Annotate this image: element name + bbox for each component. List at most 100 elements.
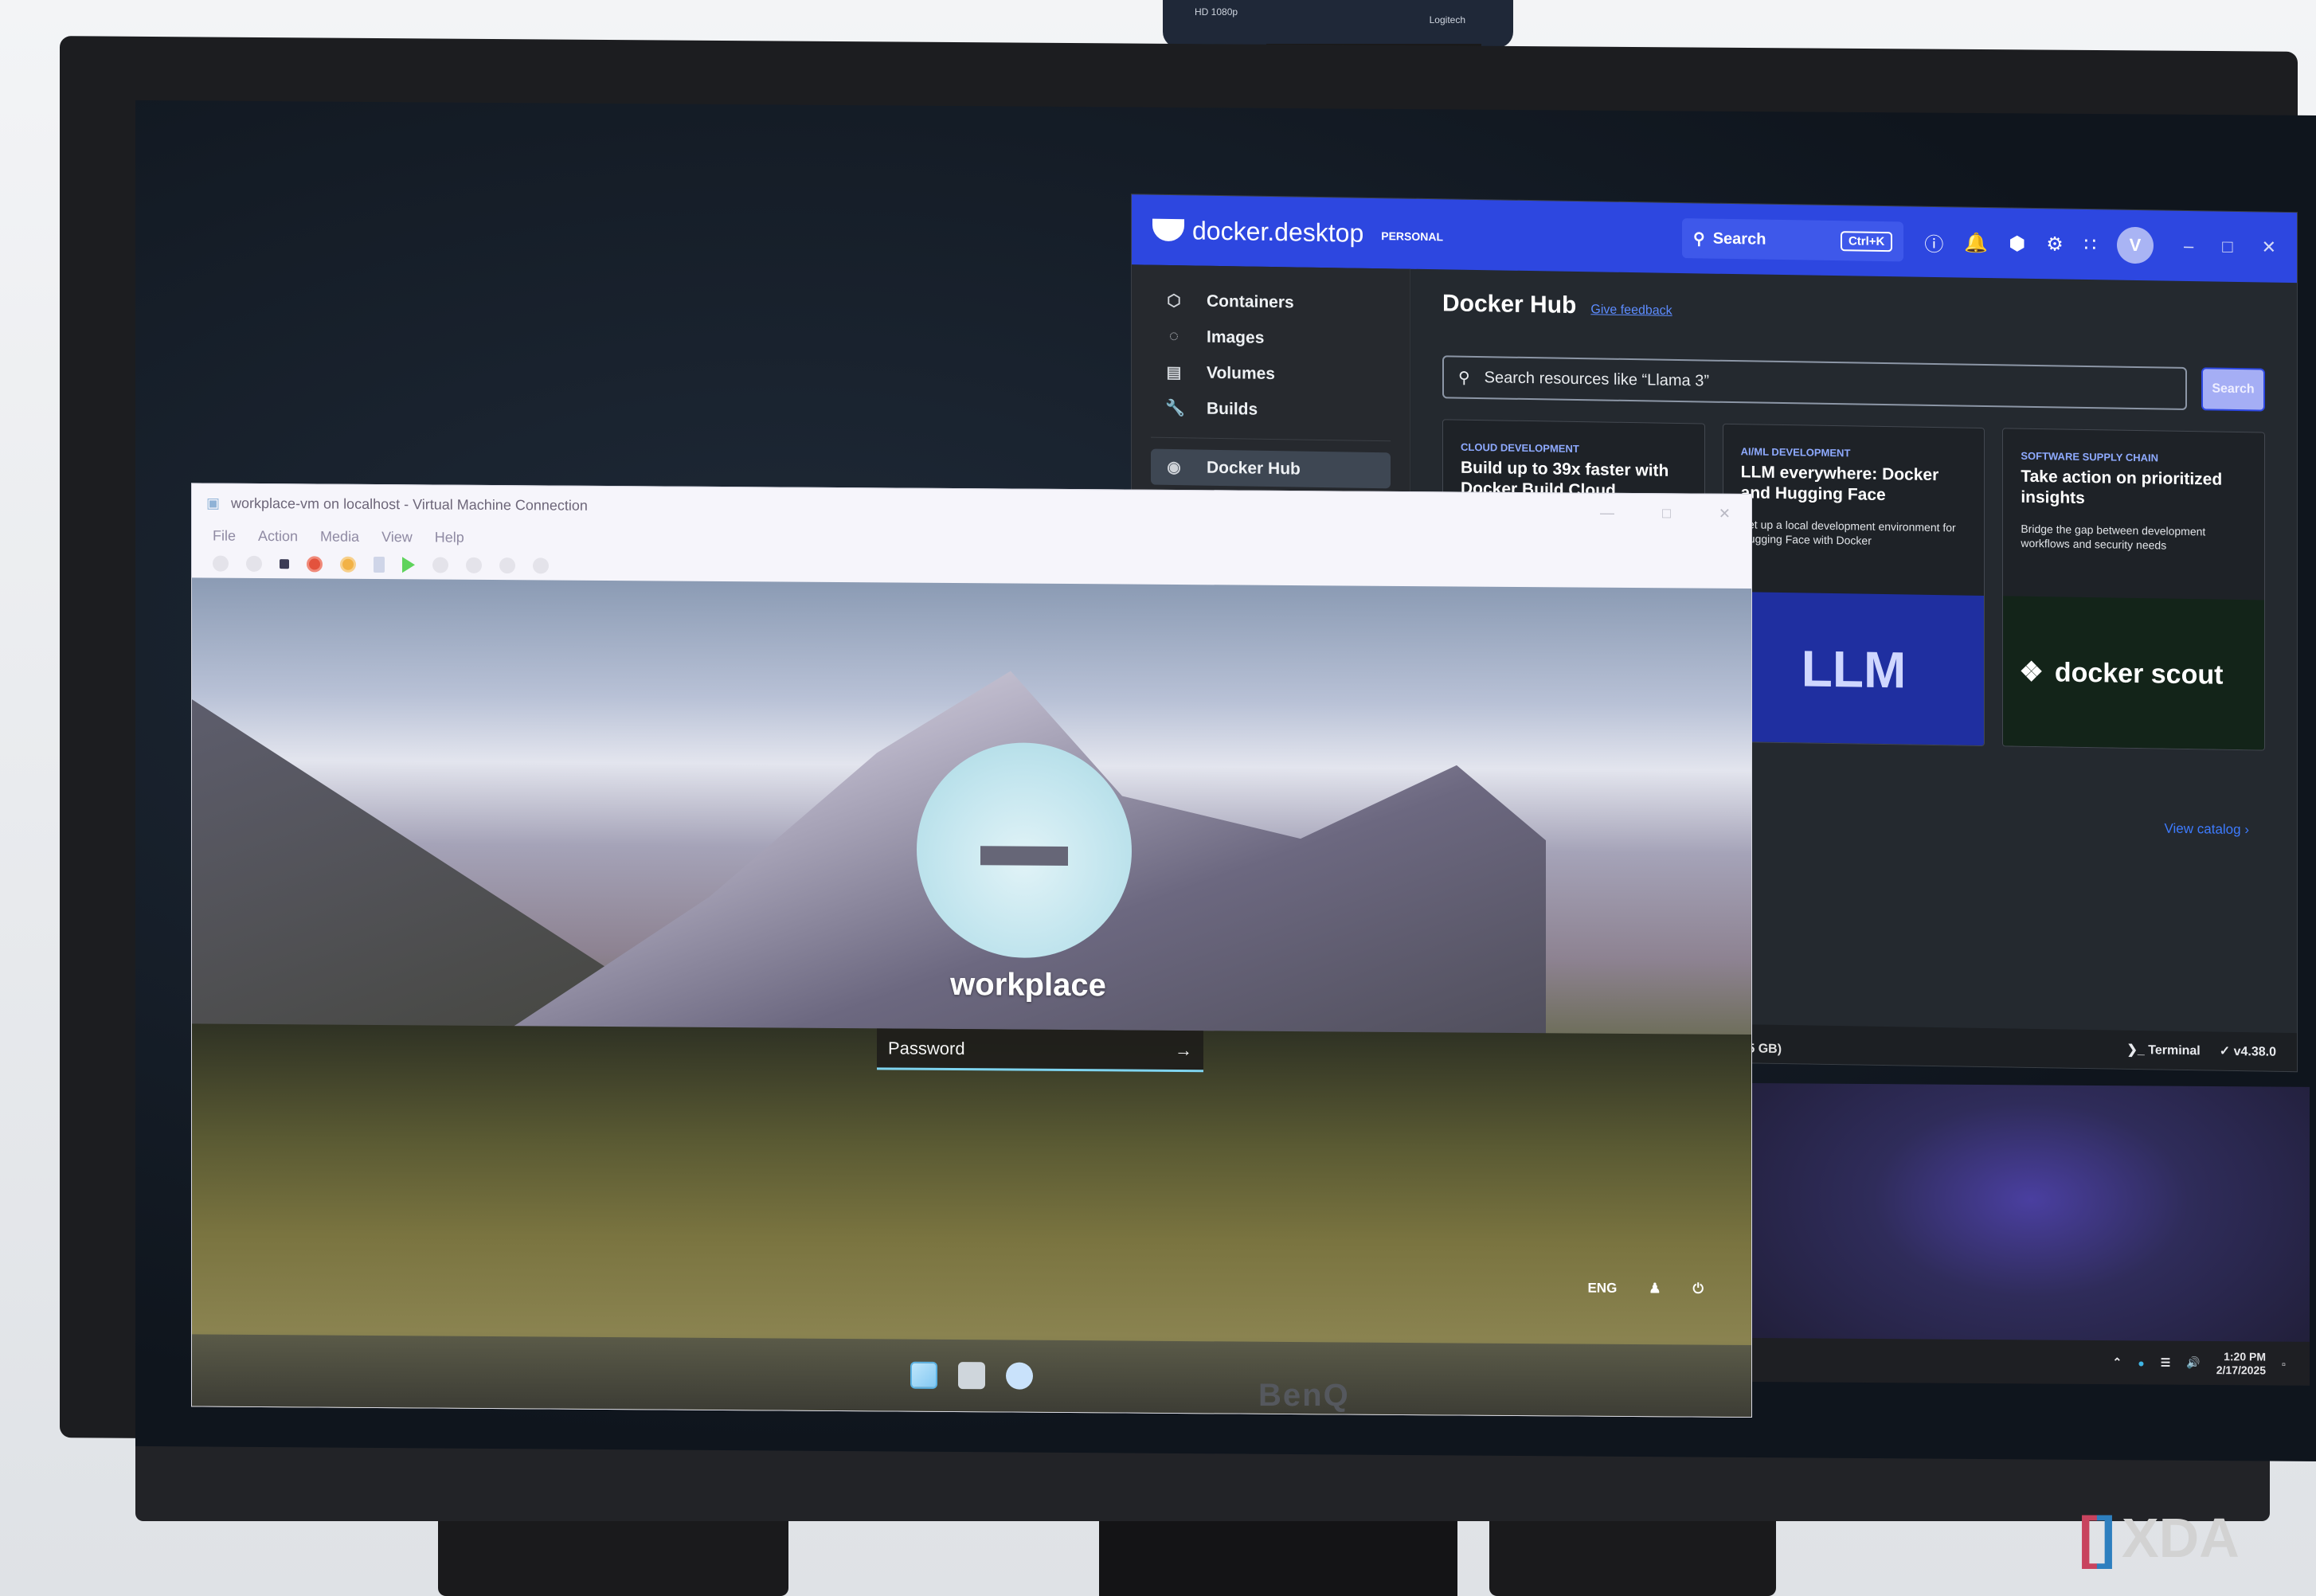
sidebar-item-images[interactable]: ◌ Images (1151, 319, 1391, 358)
hub-search-input[interactable]: ⚲ Search resources like “Llama 3” (1442, 355, 2187, 411)
card-image: LLM (1723, 591, 1985, 747)
submit-arrow-icon[interactable]: → (1175, 1039, 1192, 1060)
learning-center-icon[interactable]: ⬢ (2009, 232, 2025, 255)
host-taskbar: ⌃ ● ☰ 🔊 1:20 PM 2/17/2025 ▫ (1752, 1338, 2310, 1386)
notification-icon[interactable]: ▫ (2282, 1357, 2286, 1370)
chevron-up-icon[interactable]: ⌃ (2113, 1355, 2122, 1369)
terminal-icon: ❯_ (2126, 1042, 2149, 1058)
avatar[interactable]: V (2117, 226, 2154, 264)
reset-icon[interactable] (402, 557, 415, 573)
minimize-button[interactable]: – (2184, 236, 2193, 256)
edge-icon[interactable]: ● (2138, 1356, 2144, 1369)
minimize-button[interactable]: — (1600, 504, 1614, 521)
avatar-image (980, 846, 1068, 866)
scout-logo-icon: ❖ (2019, 656, 2044, 688)
card-title: Take action on prioritized insights (2021, 467, 2223, 508)
search-icon: ⚲ (1458, 369, 1470, 387)
checkpoint-icon[interactable] (432, 557, 448, 573)
accessibility-icon[interactable]: ♟ (1649, 1281, 1661, 1297)
close-button[interactable]: ✕ (1719, 505, 1731, 522)
sidebar-divider (1151, 436, 1391, 442)
hub-search-button[interactable]: Search (2201, 367, 2265, 412)
clock[interactable]: 1:20 PM 2/17/2025 (2216, 1350, 2266, 1377)
bell-icon[interactable]: 🔔 (1964, 231, 1988, 254)
maximize-button[interactable]: □ (2222, 237, 2232, 257)
chevron-right-icon: › (2244, 822, 2249, 838)
terminal-button[interactable]: ❯_ Terminal (2127, 1042, 2201, 1058)
sidebar-item-label: Volumes (1207, 363, 1275, 383)
images-icon: ◌ (1169, 327, 1179, 346)
version-label: v4.38.0 (2233, 1044, 2276, 1059)
sidebar-item-builds[interactable]: 🔧 Builds (1151, 390, 1391, 430)
card-category: SOFTWARE SUPPLY CHAIN (2021, 449, 2158, 464)
vm-window-title: workplace-vm on localhost - Virtual Mach… (231, 495, 588, 514)
maximize-button[interactable]: □ (1662, 505, 1671, 522)
vm-connection-icon[interactable] (958, 1362, 985, 1390)
global-search-label: Search (1712, 229, 1766, 248)
webcam-brand: Logitech (1429, 14, 1465, 25)
user-avatar (917, 741, 1132, 959)
plan-badge: PERSONAL (1381, 229, 1444, 244)
card-description: Set up a local development environment f… (1740, 517, 1956, 548)
volume-icon[interactable]: 🔊 (2186, 1356, 2200, 1370)
sidebar-item-volumes[interactable]: ▤ Volumes (1151, 354, 1391, 394)
monitor: docker.desktop PERSONAL ⚲ Search Ctrl+K … (60, 36, 2316, 1461)
wifi-icon[interactable]: ☰ (2161, 1356, 2171, 1370)
card-image-text: docker scout (2054, 656, 2224, 690)
revert-icon[interactable] (466, 557, 482, 573)
watermark-text: XDA (2121, 1507, 2240, 1569)
sidebar-item-label: Containers (1207, 291, 1294, 311)
time: 1:20 PM (2224, 1349, 2267, 1363)
hub-search-placeholder: Search resources like “Llama 3” (1484, 368, 1709, 390)
view-catalog-label: View catalog (2164, 820, 2241, 838)
give-feedback-link[interactable]: Give feedback (1590, 303, 1672, 319)
docker-hub-icon: ◉ (1167, 458, 1181, 477)
password-input[interactable]: Password → (877, 1028, 1203, 1073)
settings-icon[interactable]: ⚙ (2046, 233, 2064, 256)
terminal-label: Terminal (2148, 1043, 2201, 1058)
start-icon[interactable] (246, 555, 262, 572)
sidebar-item-docker-hub[interactable]: ◉ Docker Hub (1151, 448, 1391, 489)
lock-screen-tray: ENG ♟ ⏻ (1587, 1281, 1704, 1297)
card-category: CLOUD DEVELOPMENT (1461, 440, 1579, 456)
global-search[interactable]: ⚲ Search Ctrl+K (1682, 218, 1904, 262)
vm-taskbar (192, 1334, 1751, 1418)
docker-logo: docker.desktop PERSONAL (1152, 215, 1443, 249)
windows-start-icon[interactable] (910, 1361, 937, 1389)
docker-app-name: docker.desktop (1192, 215, 1364, 248)
promo-card[interactable]: AI/ML DEVELOPMENT LLM everywhere: Docker… (1722, 423, 1985, 747)
menu-view[interactable]: View (381, 529, 413, 546)
wrench-icon: 🔧 (1165, 399, 1185, 418)
watermark: [] XDA (2079, 1505, 2240, 1571)
power-icon[interactable]: ⏻ (1693, 1281, 1704, 1297)
turn-off-icon[interactable] (280, 559, 289, 569)
help-icon[interactable]: ⓘ (1924, 228, 1943, 256)
apps-grid-icon[interactable]: ∷ (2084, 233, 2096, 256)
menu-file[interactable]: File (213, 527, 236, 544)
shutdown-icon[interactable] (307, 556, 323, 573)
menu-media[interactable]: Media (320, 528, 359, 545)
language-indicator[interactable]: ENG (1587, 1281, 1617, 1297)
share-icon[interactable] (533, 557, 549, 574)
webcam-label: HD 1080p (1195, 6, 1238, 18)
enhanced-session-icon[interactable] (499, 557, 515, 574)
search-shortcut: Ctrl+K (1840, 230, 1893, 252)
pause-icon[interactable] (374, 556, 385, 573)
menu-action[interactable]: Action (258, 527, 298, 544)
container-icon: ⬡ (1167, 291, 1181, 311)
promo-card[interactable]: SOFTWARE SUPPLY CHAIN Take action on pri… (2002, 428, 2266, 751)
xda-bracket-left-icon: [ (2079, 1506, 2098, 1570)
ctrl-alt-del-icon[interactable] (213, 555, 229, 572)
desktop-wallpaper (1752, 1083, 2310, 1374)
app-icon[interactable] (1006, 1362, 1033, 1390)
date: 2/17/2025 (2216, 1363, 2267, 1377)
monitor-brand: BenQ (1258, 1378, 1350, 1413)
sidebar-item-label: Images (1207, 327, 1265, 347)
save-icon[interactable] (340, 556, 356, 573)
close-button[interactable]: ✕ (2262, 237, 2276, 257)
check-icon: ✓ (2219, 1044, 2234, 1058)
card-title: LLM everywhere: Docker and Hugging Face (1740, 463, 1939, 505)
sidebar-item-containers[interactable]: ⬡ Containers (1151, 283, 1391, 323)
menu-help[interactable]: Help (435, 529, 464, 546)
sidebar-item-label: Builds (1207, 399, 1258, 419)
